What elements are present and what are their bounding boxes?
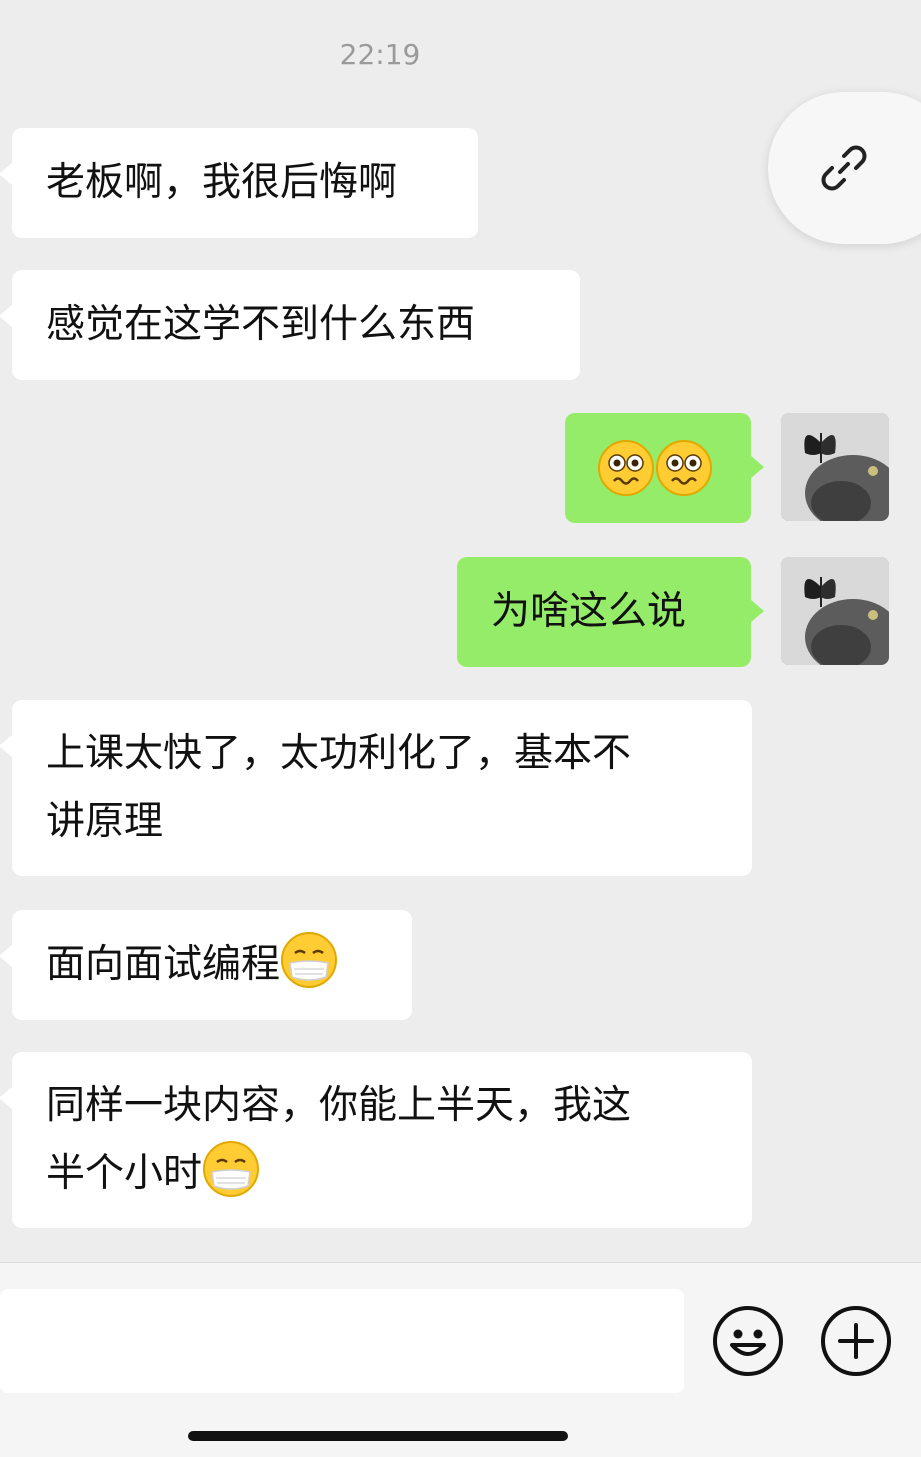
message-bubble-outgoing[interactable] bbox=[565, 413, 764, 523]
message-bubble-incoming[interactable]: 面向面试编程 bbox=[0, 910, 412, 1020]
message-text: 面向面试编程 bbox=[46, 942, 281, 987]
message-text-line: 讲原理 bbox=[46, 799, 164, 844]
message-timestamp: 22:19 bbox=[339, 38, 421, 71]
message-bubble-incoming[interactable]: 上课太快了，太功利化了，基本不 讲原理 bbox=[0, 700, 752, 876]
emoji-button[interactable] bbox=[712, 1305, 784, 1377]
mask-face-icon bbox=[203, 1141, 260, 1197]
avatar[interactable] bbox=[781, 413, 889, 521]
message-bubble-outgoing[interactable]: 为啥这么说 bbox=[457, 557, 764, 667]
message-bubble-incoming[interactable]: 感觉在这学不到什么东西 bbox=[0, 270, 580, 380]
plus-icon bbox=[821, 1306, 891, 1376]
home-indicator[interactable] bbox=[188, 1431, 568, 1441]
chat-screen: 22:19 老板啊，我很后悔啊 感觉在这学不到什么东西 为啥这么说 上课太快了，… bbox=[0, 0, 921, 1457]
message-text: 老板啊，我很后悔啊 bbox=[46, 160, 398, 205]
input-bar bbox=[0, 1262, 921, 1457]
cat-butterfly-avatar-image bbox=[781, 413, 889, 521]
cat-butterfly-avatar-image bbox=[781, 557, 889, 665]
message-input[interactable] bbox=[0, 1289, 684, 1393]
message-bubble-incoming[interactable]: 同样一块内容，你能上半天，我这 半个小时 bbox=[0, 1052, 752, 1228]
smile-icon bbox=[713, 1306, 783, 1376]
floating-link-button[interactable] bbox=[768, 92, 921, 244]
more-button[interactable] bbox=[820, 1305, 892, 1377]
message-text: 为啥这么说 bbox=[491, 589, 687, 634]
message-text-line: 上课太快了，太功利化了，基本不 bbox=[46, 731, 632, 776]
woozy-face-icon bbox=[656, 440, 712, 496]
link-icon bbox=[821, 145, 867, 191]
woozy-face-icon bbox=[598, 440, 654, 496]
mask-face-icon bbox=[281, 932, 338, 988]
avatar[interactable] bbox=[781, 557, 889, 665]
message-bubble-incoming[interactable]: 老板啊，我很后悔啊 bbox=[0, 128, 478, 238]
message-text: 感觉在这学不到什么东西 bbox=[46, 302, 476, 347]
message-text-line: 同样一块内容，你能上半天，我这 bbox=[46, 1083, 632, 1128]
message-text-line: 半个小时 bbox=[46, 1151, 203, 1196]
